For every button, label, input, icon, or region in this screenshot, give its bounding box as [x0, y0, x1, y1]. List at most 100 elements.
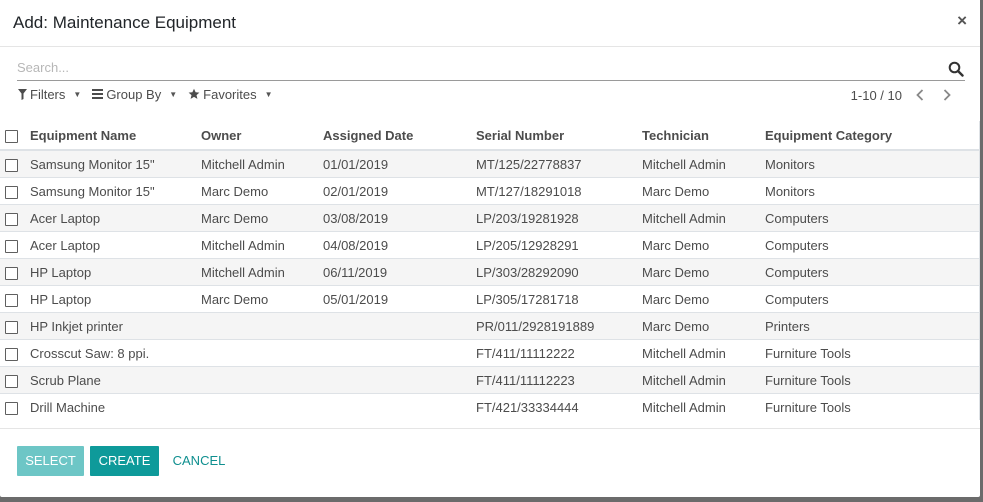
select-all-checkbox[interactable]: [5, 129, 18, 143]
chevron-left-icon[interactable]: [911, 86, 929, 104]
cell-equipment-name: Samsung Monitor 15": [25, 177, 201, 205]
row-edge: [978, 312, 980, 340]
chevron-right-icon[interactable]: [938, 86, 956, 104]
row-checkbox[interactable]: [5, 185, 18, 199]
cell-equipment-name: Drill Machine: [25, 393, 201, 420]
row-checkbox[interactable]: [5, 293, 18, 307]
search-bar: [17, 57, 965, 81]
cell-technician: Mitchell Admin: [642, 149, 765, 178]
cell-serial-number: LP/205/12928291: [476, 231, 642, 259]
row-checkbox-cell: [0, 149, 25, 178]
caret-down-icon: ▼: [169, 89, 178, 99]
cell-serial-number: LP/303/28292090: [476, 258, 642, 286]
filters-dropdown[interactable]: Filters ▼: [18, 85, 81, 103]
row-checkbox[interactable]: [5, 347, 18, 361]
header-serial-number[interactable]: Serial Number: [476, 121, 642, 151]
cell-technician: Mitchell Admin: [642, 366, 765, 394]
caret-down-icon: ▼: [264, 89, 273, 99]
cell-equipment-category: Monitors: [765, 149, 978, 178]
cell-technician: Marc Demo: [642, 285, 765, 313]
cell-serial-number: FT/411/11112222: [476, 339, 642, 367]
table-row[interactable]: Samsung Monitor 15" Mitchell Admin 01/01…: [0, 149, 980, 178]
row-checkbox-cell: [0, 177, 25, 205]
dialog-header: Add: Maintenance Equipment ×: [0, 0, 980, 47]
pager: 1-10 / 10: [851, 86, 956, 104]
search-icon[interactable]: [948, 61, 964, 77]
table-row[interactable]: Samsung Monitor 15" Marc Demo 02/01/2019…: [0, 177, 980, 205]
cancel-button[interactable]: CANCEL: [166, 446, 232, 476]
cell-equipment-category: Computers: [765, 204, 978, 232]
cell-assigned-date: 05/01/2019: [323, 285, 476, 313]
row-edge: [978, 231, 980, 259]
row-checkbox[interactable]: [5, 158, 18, 172]
header-equipment-category[interactable]: Equipment Category: [765, 121, 978, 151]
table-row[interactable]: HP Laptop Mitchell Admin 06/11/2019 LP/3…: [0, 258, 980, 286]
search-options: Filters ▼ Group By ▼ Favorites ▼: [18, 85, 273, 103]
row-checkbox-cell: [0, 204, 25, 232]
cell-equipment-name: HP Laptop: [25, 258, 201, 286]
row-edge: [978, 149, 980, 178]
group-by-dropdown[interactable]: Group By ▼: [92, 85, 177, 103]
row-edge: [978, 366, 980, 394]
cell-owner: [201, 366, 323, 394]
cell-technician: Mitchell Admin: [642, 393, 765, 420]
cell-owner: [201, 393, 323, 420]
row-checkbox-cell: [0, 312, 25, 340]
dialog-title: Add: Maintenance Equipment: [13, 13, 237, 32]
cell-assigned-date: [323, 393, 476, 420]
cell-technician: Marc Demo: [642, 177, 765, 205]
table-row[interactable]: HP Laptop Marc Demo 05/01/2019 LP/305/17…: [0, 285, 980, 313]
cell-serial-number: PR/011/2928191889: [476, 312, 642, 340]
row-edge: [978, 339, 980, 367]
close-icon[interactable]: ×: [957, 12, 967, 29]
row-checkbox[interactable]: [5, 266, 18, 280]
cell-equipment-category: Furniture Tools: [765, 393, 978, 420]
star-icon: [188, 88, 200, 99]
cell-owner: Mitchell Admin: [201, 231, 323, 259]
cell-equipment-category: Printers: [765, 312, 978, 340]
row-checkbox[interactable]: [5, 212, 18, 226]
pager-value[interactable]: 1-10 / 10: [851, 88, 902, 103]
cell-assigned-date: [323, 339, 476, 367]
cell-serial-number: MT/125/22778837: [476, 149, 642, 178]
favorites-dropdown[interactable]: Favorites ▼: [188, 85, 273, 103]
cell-technician: Marc Demo: [642, 231, 765, 259]
table-row[interactable]: Crosscut Saw: 8 ppi. FT/411/11112222 Mit…: [0, 339, 980, 367]
row-checkbox[interactable]: [5, 239, 18, 253]
row-edge: [978, 204, 980, 232]
search-input[interactable]: [17, 60, 937, 75]
table-row[interactable]: HP Inkjet printer PR/011/2928191889 Marc…: [0, 312, 980, 340]
cell-equipment-name: HP Inkjet printer: [25, 312, 201, 340]
list-icon: [92, 89, 104, 99]
row-checkbox[interactable]: [5, 374, 18, 388]
caret-down-icon: ▼: [73, 89, 82, 99]
select-button[interactable]: SELECT: [17, 446, 84, 476]
table-row[interactable]: Acer Laptop Mitchell Admin 04/08/2019 LP…: [0, 231, 980, 259]
create-button[interactable]: CREATE: [90, 446, 159, 476]
cell-equipment-name: HP Laptop: [25, 285, 201, 313]
row-checkbox[interactable]: [5, 401, 18, 415]
cell-equipment-name: Crosscut Saw: 8 ppi.: [25, 339, 201, 367]
cell-serial-number: FT/411/11112223: [476, 366, 642, 394]
table-row[interactable]: Scrub Plane FT/411/11112223 Mitchell Adm…: [0, 366, 980, 394]
row-checkbox[interactable]: [5, 320, 18, 334]
cell-serial-number: MT/127/18291018: [476, 177, 642, 205]
row-edge: [978, 258, 980, 286]
header-technician[interactable]: Technician: [642, 121, 765, 151]
table-row[interactable]: Drill Machine FT/421/33334444 Mitchell A…: [0, 393, 980, 420]
favorites-label: Favorites: [203, 86, 257, 102]
table-header-row: Equipment Name Owner Assigned Date Seria…: [0, 121, 980, 151]
cell-assigned-date: [323, 366, 476, 394]
table-row[interactable]: Acer Laptop Marc Demo 03/08/2019 LP/203/…: [0, 204, 980, 232]
filters-label: Filters: [30, 86, 66, 102]
row-edge: [978, 285, 980, 313]
cell-equipment-category: Computers: [765, 258, 978, 286]
cell-owner: [201, 312, 323, 340]
cell-technician: Mitchell Admin: [642, 204, 765, 232]
header-equipment-name[interactable]: Equipment Name: [25, 121, 201, 151]
row-checkbox-cell: [0, 231, 25, 259]
header-assigned-date[interactable]: Assigned Date: [323, 121, 476, 151]
row-checkbox-cell: [0, 258, 25, 286]
header-owner[interactable]: Owner: [201, 121, 323, 151]
cell-equipment-name: Acer Laptop: [25, 231, 201, 259]
